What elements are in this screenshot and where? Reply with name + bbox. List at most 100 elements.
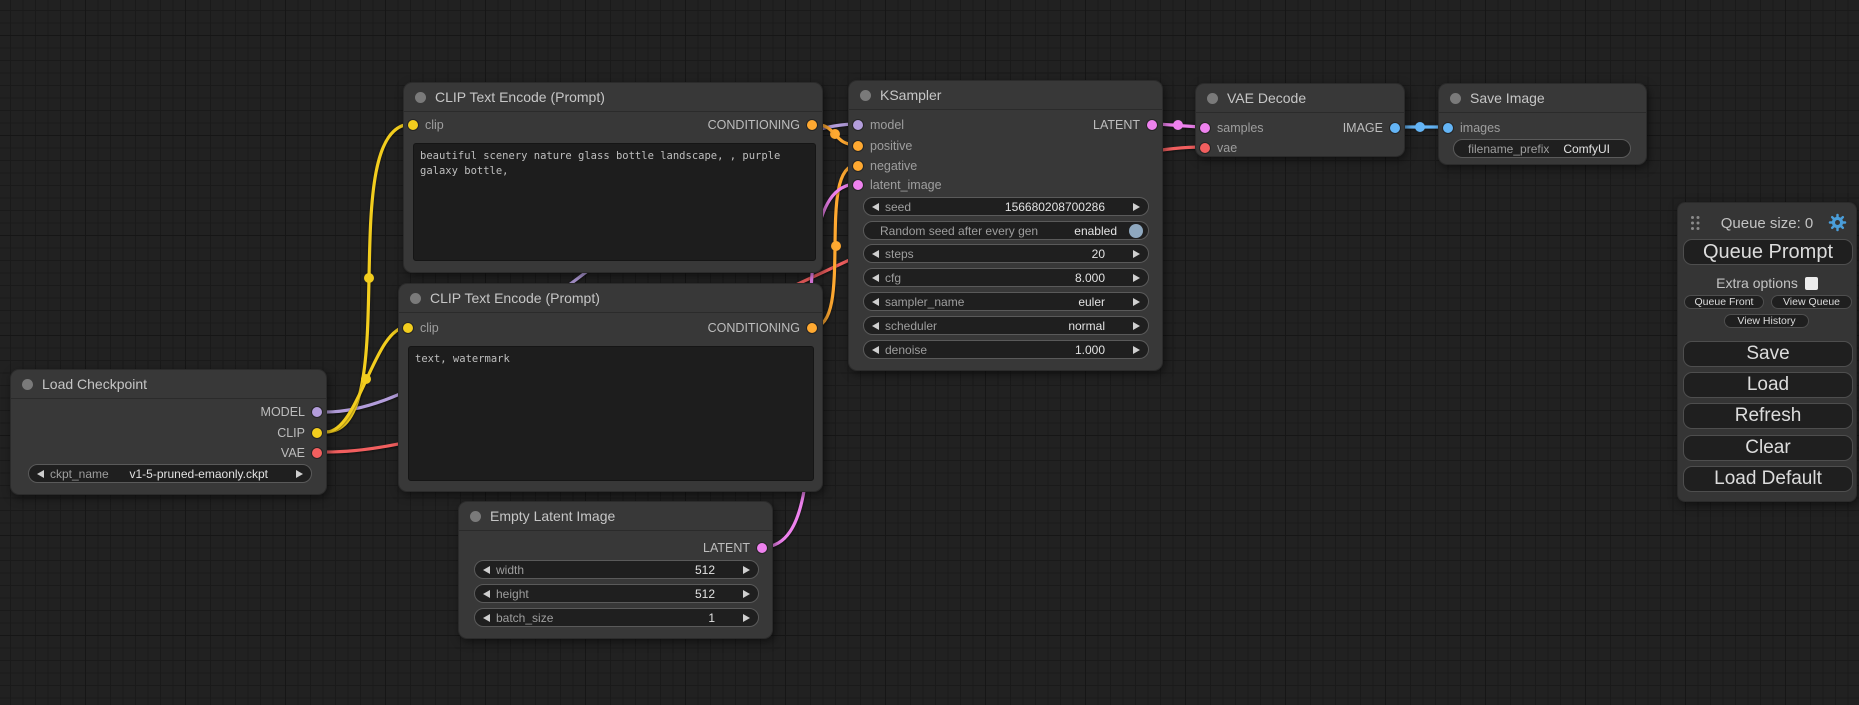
input-dot-vae[interactable] [1200, 143, 1210, 153]
queue-front-button[interactable]: Queue Front [1684, 295, 1764, 309]
decrement-arrow-icon[interactable] [872, 203, 879, 211]
collapse-toggle-icon[interactable] [22, 379, 33, 390]
view-history-button[interactable]: View History [1724, 314, 1809, 328]
node-title-bar: Empty Latent Image [459, 502, 772, 531]
toggle-knob-icon[interactable] [1129, 224, 1143, 238]
decrement-arrow-icon[interactable] [872, 346, 879, 354]
widget-sampler-name[interactable]: sampler_name euler [863, 292, 1149, 311]
increment-arrow-icon[interactable] [743, 614, 750, 622]
collapse-toggle-icon[interactable] [410, 293, 421, 304]
decrement-arrow-icon[interactable] [37, 470, 44, 478]
node-save-image[interactable]: Save Image images filename_prefix ComfyU… [1438, 83, 1647, 165]
collapse-toggle-icon[interactable] [1450, 93, 1461, 104]
widget-filename-prefix[interactable]: filename_prefix ComfyUI [1453, 139, 1631, 158]
increment-arrow-icon[interactable] [743, 566, 750, 574]
save-button[interactable]: Save [1683, 341, 1853, 367]
input-label: clip [420, 321, 439, 335]
output-dot-model[interactable] [312, 407, 322, 417]
node-clip-text-encode-positive[interactable]: CLIP Text Encode (Prompt) clip CONDITION… [403, 82, 823, 273]
widget-random-seed-toggle[interactable]: Random seed after every gen enabled [863, 221, 1149, 240]
input-dot-positive[interactable] [853, 141, 863, 151]
node-empty-latent-image[interactable]: Empty Latent Image LATENT width 512 heig… [458, 501, 773, 639]
increment-arrow-icon[interactable] [1133, 274, 1140, 282]
widget-value: 8.000 [1075, 271, 1105, 285]
load-default-button[interactable]: Load Default [1683, 466, 1853, 492]
widget-label: height [496, 587, 529, 601]
output-slot-conditioning: CONDITIONING [708, 115, 817, 135]
decrement-arrow-icon[interactable] [483, 590, 490, 598]
collapse-toggle-icon[interactable] [860, 90, 871, 101]
input-dot-model[interactable] [853, 120, 863, 130]
decrement-arrow-icon[interactable] [872, 274, 879, 282]
refresh-button[interactable]: Refresh [1683, 403, 1853, 429]
queue-panel: Queue size: 0 Queue Prompt Extra options… [1677, 202, 1857, 502]
widget-denoise[interactable]: denoise 1.000 [863, 340, 1149, 359]
decrement-arrow-icon[interactable] [483, 566, 490, 574]
negative-prompt-textarea[interactable]: text, watermark [408, 346, 814, 481]
queue-prompt-button[interactable]: Queue Prompt [1683, 239, 1853, 265]
output-dot-latent[interactable] [1147, 120, 1157, 130]
widget-seed[interactable]: seed 156680208700286 [863, 197, 1149, 216]
clear-button[interactable]: Clear [1683, 435, 1853, 461]
input-label: samples [1217, 121, 1264, 135]
output-dot-clip[interactable] [312, 428, 322, 438]
increment-arrow-icon[interactable] [1133, 298, 1140, 306]
increment-arrow-icon[interactable] [743, 590, 750, 598]
collapse-toggle-icon[interactable] [415, 92, 426, 103]
output-dot-conditioning[interactable] [807, 323, 817, 333]
node-load-checkpoint[interactable]: Load Checkpoint MODEL CLIP VAE ckpt_name… [10, 369, 327, 495]
input-dot-clip[interactable] [403, 323, 413, 333]
collapse-toggle-icon[interactable] [1207, 93, 1218, 104]
widget-value: euler [1078, 295, 1105, 309]
widget-value: enabled [1074, 224, 1117, 238]
node-ksampler[interactable]: KSampler model positive negative latent_… [848, 80, 1163, 371]
increment-arrow-icon[interactable] [296, 470, 303, 478]
node-title-bar: Save Image [1439, 84, 1646, 113]
decrement-arrow-icon[interactable] [872, 322, 879, 330]
output-dot-image[interactable] [1390, 123, 1400, 133]
widget-cfg[interactable]: cfg 8.000 [863, 268, 1149, 287]
increment-arrow-icon[interactable] [1133, 250, 1140, 258]
widget-height[interactable]: height 512 [474, 584, 759, 603]
decrement-arrow-icon[interactable] [872, 250, 879, 258]
input-dot-samples[interactable] [1200, 123, 1210, 133]
input-dot-negative[interactable] [853, 161, 863, 171]
input-dot-latent-image[interactable] [853, 180, 863, 190]
widget-batch-size[interactable]: batch_size 1 [474, 608, 759, 627]
collapse-toggle-icon[interactable] [470, 511, 481, 522]
link-midpoint-dot [831, 241, 841, 251]
node-title: CLIP Text Encode (Prompt) [430, 290, 600, 306]
input-dot-images[interactable] [1443, 123, 1453, 133]
increment-arrow-icon[interactable] [1133, 346, 1140, 354]
widget-steps[interactable]: steps 20 [863, 244, 1149, 263]
input-slot-positive: positive [853, 136, 912, 156]
output-dot-latent[interactable] [757, 543, 767, 553]
node-title-bar: VAE Decode [1196, 84, 1404, 113]
decrement-arrow-icon[interactable] [483, 614, 490, 622]
widget-width[interactable]: width 512 [474, 560, 759, 579]
view-queue-button[interactable]: View Queue [1771, 295, 1852, 309]
increment-arrow-icon[interactable] [1133, 203, 1140, 211]
widget-value: 1 [708, 611, 715, 625]
comfyui-canvas[interactable]: { "colors": { "model": "#b39ddb", "clip"… [0, 0, 1859, 705]
widget-value: 20 [1092, 247, 1105, 261]
node-title: KSampler [880, 87, 941, 103]
load-button[interactable]: Load [1683, 372, 1853, 398]
node-title-bar: KSampler [849, 81, 1162, 110]
input-dot-clip[interactable] [408, 120, 418, 130]
settings-gear-icon[interactable] [1827, 212, 1848, 233]
node-clip-text-encode-negative[interactable]: CLIP Text Encode (Prompt) clip CONDITION… [398, 283, 823, 492]
decrement-arrow-icon[interactable] [872, 298, 879, 306]
positive-prompt-textarea[interactable]: beautiful scenery nature glass bottle la… [413, 143, 816, 261]
output-label: LATENT [1093, 118, 1140, 132]
widget-ckpt-name[interactable]: ckpt_name v1-5-pruned-emaonly.ckpt [28, 464, 312, 483]
extra-options-checkbox[interactable] [1805, 277, 1818, 290]
output-dot-conditioning[interactable] [807, 120, 817, 130]
input-label: negative [870, 159, 917, 173]
widget-scheduler[interactable]: scheduler normal [863, 316, 1149, 335]
input-slot-model: model [853, 115, 904, 135]
output-dot-vae[interactable] [312, 448, 322, 458]
increment-arrow-icon[interactable] [1133, 322, 1140, 330]
node-vae-decode[interactable]: VAE Decode samples vae IMAGE [1195, 83, 1405, 157]
widget-label: cfg [885, 271, 901, 285]
